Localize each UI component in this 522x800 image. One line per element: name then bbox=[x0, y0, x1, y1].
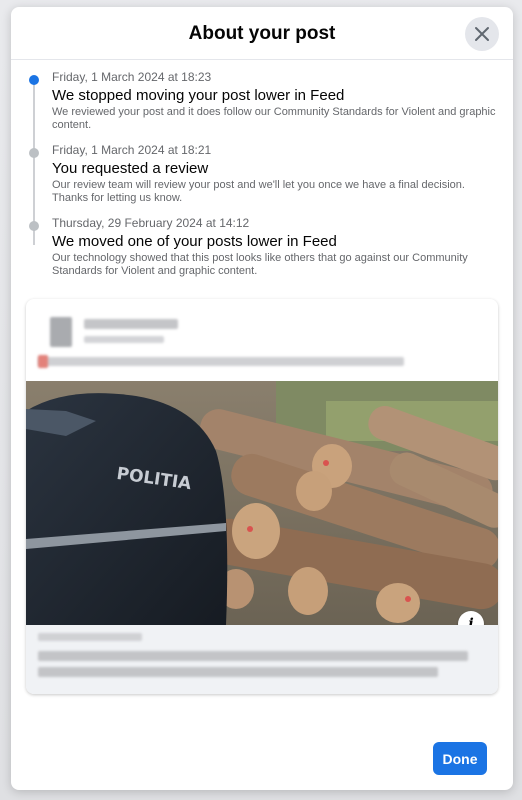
blurred-link-title bbox=[38, 651, 468, 661]
timeline-description: Our technology showed that this post loo… bbox=[52, 252, 468, 277]
post-image: POLITIA bbox=[26, 381, 498, 625]
timeline-dot bbox=[29, 221, 39, 231]
blurred-link-title-2 bbox=[38, 667, 438, 677]
blurred-post-text bbox=[38, 357, 404, 366]
blurred-author-name bbox=[84, 319, 178, 329]
timeline-description: We reviewed your post and it does follow… bbox=[52, 106, 496, 131]
timeline-item: Friday, 1 March 2024 at 18:21 You reques… bbox=[11, 142, 513, 205]
blurred-link-domain bbox=[38, 633, 142, 641]
review-timeline: Friday, 1 March 2024 at 18:23 We stopped… bbox=[11, 69, 513, 278]
done-button[interactable]: Done bbox=[433, 742, 487, 775]
timeline-description: Our review team will review your post an… bbox=[52, 179, 465, 204]
blurred-post-meta bbox=[84, 336, 164, 343]
timeline-heading: We moved one of your posts lower in Feed bbox=[52, 233, 337, 250]
timeline-dot-active bbox=[29, 75, 39, 85]
about-post-dialog: About your post Friday, 1 March 2024 at … bbox=[11, 7, 513, 790]
timeline-date: Friday, 1 March 2024 at 18:23 bbox=[52, 70, 212, 84]
post-link-preview bbox=[26, 625, 498, 694]
timeline-item: Friday, 1 March 2024 at 18:23 We stopped… bbox=[11, 69, 513, 132]
officer-figure: POLITIA bbox=[26, 393, 228, 625]
timeline-item: Thursday, 29 February 2024 at 14:12 We m… bbox=[11, 215, 513, 278]
dialog-title: About your post bbox=[188, 23, 336, 44]
dialog-header: About your post bbox=[11, 7, 513, 60]
blurred-post-emoji bbox=[38, 355, 48, 368]
close-button[interactable] bbox=[465, 17, 499, 51]
timeline-dot bbox=[29, 148, 39, 158]
blurred-avatar bbox=[50, 317, 72, 347]
timeline-date: Friday, 1 March 2024 at 18:21 bbox=[52, 143, 212, 157]
timeline-heading: We stopped moving your post lower in Fee… bbox=[52, 87, 345, 104]
timeline-date: Thursday, 29 February 2024 at 14:12 bbox=[52, 216, 250, 230]
close-icon bbox=[475, 27, 489, 41]
post-preview-card[interactable]: POLITIA i bbox=[26, 299, 498, 694]
timeline-heading: You requested a review bbox=[52, 160, 209, 177]
